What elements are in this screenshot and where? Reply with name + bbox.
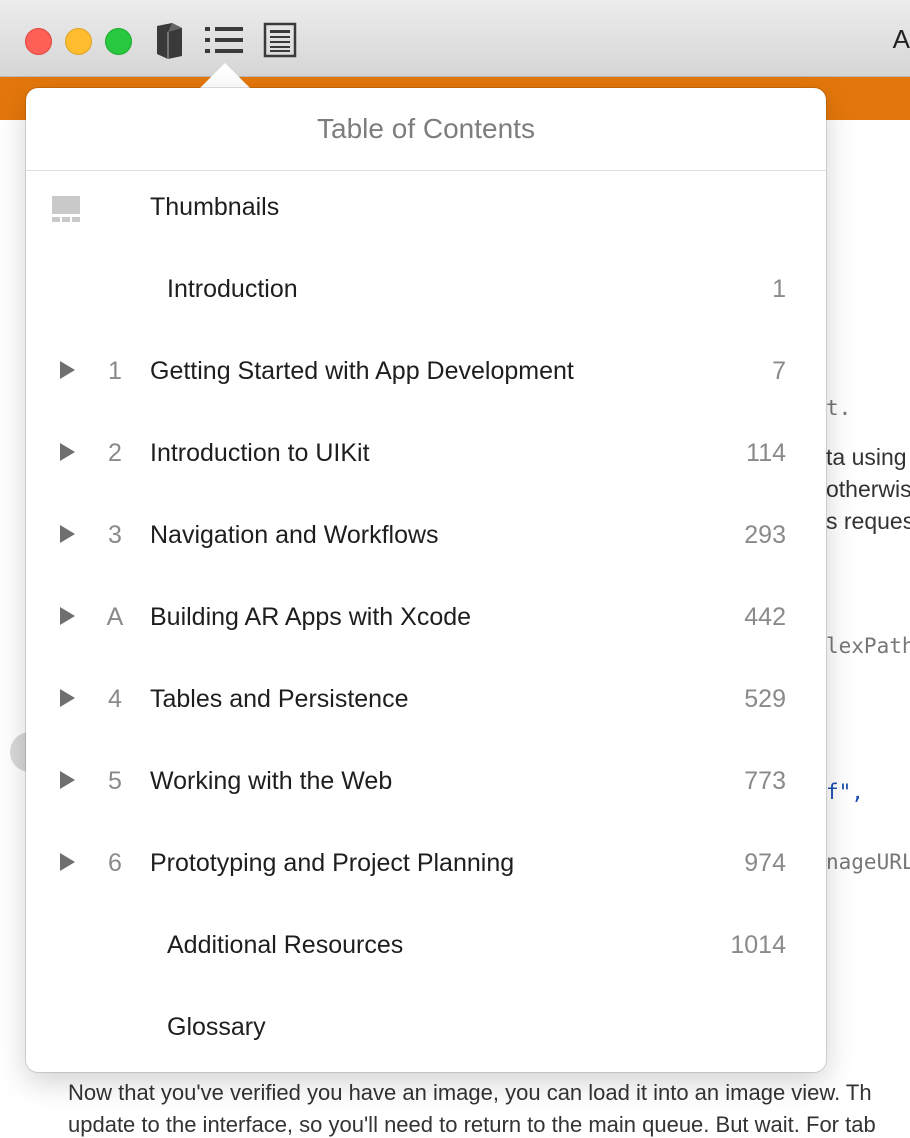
toc-item[interactable]: 1 Getting Started with App Development 7: [26, 330, 826, 412]
toc-item[interactable]: 2 Introduction to UIKit 114: [26, 412, 826, 494]
toc-popover: Table of Contents Thumbnails Introductio…: [26, 88, 826, 1072]
window-title: A: [892, 24, 910, 54]
background-code-line: lexPath: [826, 634, 910, 658]
background-text-line: otherwis: [826, 476, 910, 502]
background-text-line: s reques: [826, 508, 910, 534]
toc-item-page: 442: [744, 603, 786, 631]
window-titlebar: A: [0, 0, 910, 77]
thumbnails-label: Thumbnails: [150, 193, 280, 221]
toc-item[interactable]: 6 Prototyping and Project Planning 974: [26, 822, 826, 904]
toc-item-number: 6: [108, 849, 122, 877]
toc-item[interactable]: Introduction 1: [26, 248, 826, 330]
toc-item-page: 1: [772, 275, 786, 303]
toc-item[interactable]: 5 Working with the Web 773: [26, 740, 826, 822]
book-icon[interactable]: [152, 20, 188, 60]
thumbnails-icon: [52, 196, 80, 222]
toc-item[interactable]: Additional Resources 1014: [26, 904, 826, 986]
disclosure-triangle-icon[interactable]: [60, 607, 75, 625]
toc-item-label: Tables and Persistence: [150, 685, 409, 713]
toc-item-number: A: [106, 603, 124, 631]
zoom-window-button[interactable]: [105, 28, 132, 55]
toc-item-label: Getting Started with App Development: [150, 357, 574, 385]
background-paragraph-line: update to the interface, so you'll need …: [68, 1112, 876, 1137]
toc-item[interactable]: 4 Tables and Persistence 529: [26, 658, 826, 740]
toc-item-label: Introduction: [167, 275, 298, 303]
toc-item-page: 114: [746, 439, 786, 467]
toc-item-label: Navigation and Workflows: [150, 521, 439, 549]
background-paragraph-line: Now that you've verified you have an ima…: [68, 1080, 872, 1105]
minimize-window-button[interactable]: [65, 28, 92, 55]
toc-item-label: Building AR Apps with Xcode: [150, 603, 472, 631]
toc-item-number: 4: [108, 685, 122, 713]
toc-item-page: 7: [772, 357, 786, 385]
toc-item-page: 974: [744, 849, 786, 877]
toc-item-page: 1014: [730, 931, 786, 959]
toc-item-number: 2: [108, 439, 122, 467]
toc-title: Table of Contents: [26, 88, 826, 171]
disclosure-triangle-icon[interactable]: [60, 853, 75, 871]
close-window-button[interactable]: [25, 28, 52, 55]
disclosure-triangle-icon[interactable]: [60, 689, 75, 707]
toc-item-page: 773: [744, 767, 786, 795]
disclosure-triangle-icon[interactable]: [60, 525, 75, 543]
disclosure-triangle-icon[interactable]: [60, 361, 75, 379]
toc-item-number: 3: [108, 521, 122, 549]
toc-item-label: Glossary: [167, 1013, 266, 1041]
toc-item-label: Prototyping and Project Planning: [150, 849, 515, 877]
toc-item[interactable]: A Building AR Apps with Xcode 442: [26, 576, 826, 658]
list-icon[interactable]: [203, 20, 245, 60]
toc-item-number: 5: [108, 767, 122, 795]
toc-item-page: 529: [744, 685, 786, 713]
toc-item-label: Introduction to UIKit: [150, 439, 370, 467]
background-code-line: t.: [826, 396, 852, 420]
toc-item-label: Working with the Web: [150, 767, 393, 795]
disclosure-triangle-icon[interactable]: [60, 443, 75, 461]
toc-thumbnails-row[interactable]: Thumbnails: [26, 166, 826, 248]
background-text-line: ta using: [826, 444, 907, 470]
background-code-line: nageURL: [826, 850, 910, 874]
toc-item[interactable]: Glossary: [26, 986, 826, 1068]
background-code-line: f",: [826, 780, 864, 804]
toc-item[interactable]: 3 Navigation and Workflows 293: [26, 494, 826, 576]
disclosure-triangle-icon[interactable]: [60, 771, 75, 789]
toc-item-page: 293: [744, 521, 786, 549]
toc-item-label: Additional Resources: [167, 931, 404, 959]
page-icon[interactable]: [263, 20, 297, 60]
popover-arrow: [199, 63, 251, 89]
toc-item-number: 1: [108, 357, 122, 385]
